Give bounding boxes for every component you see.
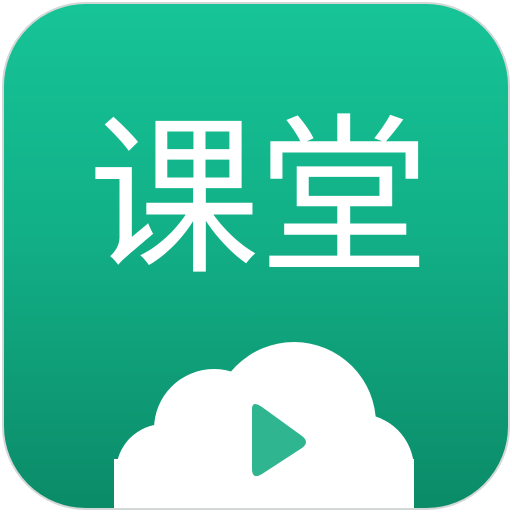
- cloud-play-graphic: [114, 342, 414, 508]
- canvas: 课堂: [0, 0, 512, 512]
- app-icon[interactable]: 课堂: [2, 2, 510, 510]
